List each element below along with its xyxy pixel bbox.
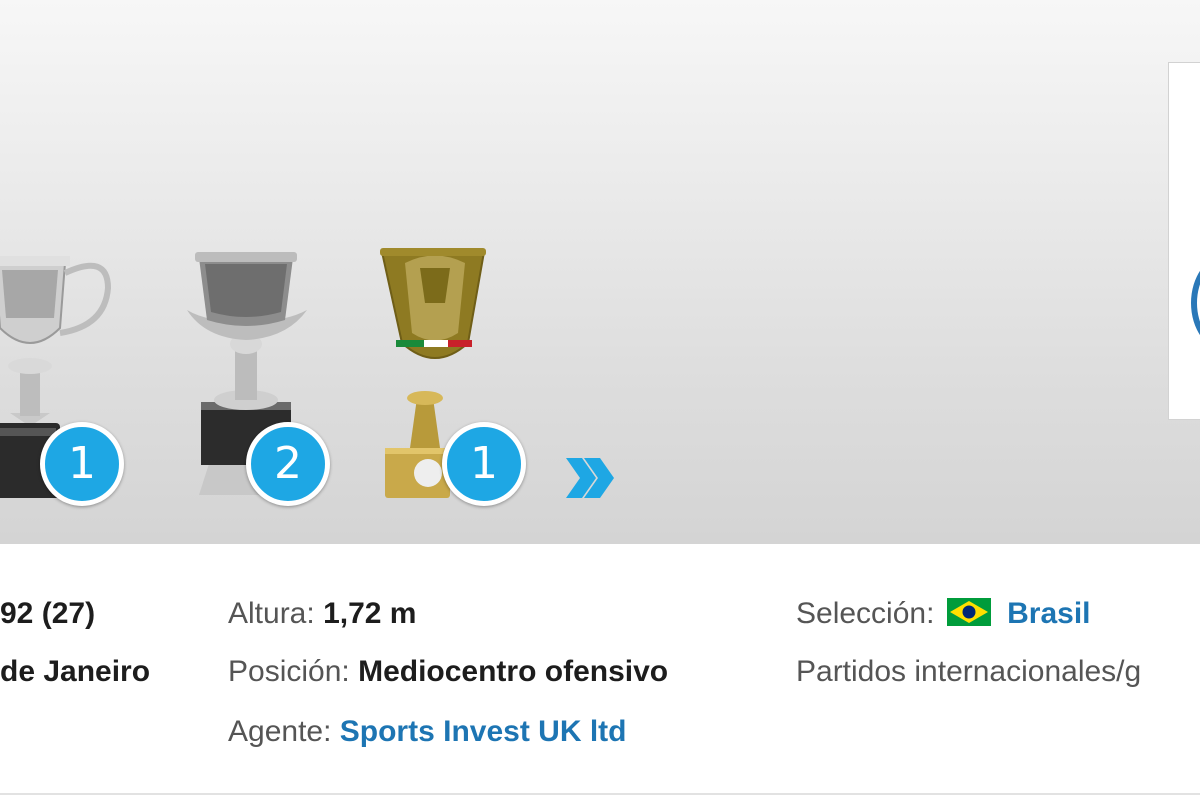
national-team-link[interactable]: Brasil xyxy=(1007,597,1090,630)
trophy-count-badge-3: 1 xyxy=(442,422,526,506)
club-logo-card[interactable] xyxy=(1168,62,1200,420)
national-team-row: Selección: Brasil xyxy=(796,594,1091,634)
birth-date-row: 92 (27) xyxy=(0,594,95,634)
height-row: Altura: 1,72 m xyxy=(228,594,416,634)
position-label: Posición: xyxy=(228,655,350,688)
birth-place-row: de Janeiro xyxy=(0,652,150,692)
caps-label: Partidos internacionales/g xyxy=(796,655,1142,688)
height-label: Altura: xyxy=(228,597,315,630)
agent-row: Agente: Sports Invest UK ltd xyxy=(228,712,626,752)
divider xyxy=(0,793,1200,795)
agent-label: Agente: xyxy=(228,715,332,748)
agent-link[interactable]: Sports Invest UK ltd xyxy=(340,715,627,748)
height-value: 1,72 m xyxy=(323,597,417,630)
position-value: Mediocentro ofensivo xyxy=(358,655,669,688)
trophy-count-badge-1: 1 xyxy=(40,422,124,506)
club-crest-icon xyxy=(1191,255,1200,351)
double-chevron-right-icon[interactable] xyxy=(562,452,618,504)
brazil-flag-icon xyxy=(946,598,991,626)
player-info-section: 92 (27) de Janeiro Altura: 1,72 m Posici… xyxy=(0,544,1200,800)
birth-date-value: 92 (27) xyxy=(0,597,96,630)
position-row: Posición: Mediocentro ofensivo xyxy=(228,652,668,692)
caps-row: Partidos internacionales/g xyxy=(796,652,1141,692)
trophy-banner: 1 2 1 xyxy=(0,0,1200,544)
birth-place-value: de Janeiro xyxy=(0,655,151,688)
trophy-count-badge-2: 2 xyxy=(246,422,330,506)
national-team-label: Selección: xyxy=(796,597,935,630)
